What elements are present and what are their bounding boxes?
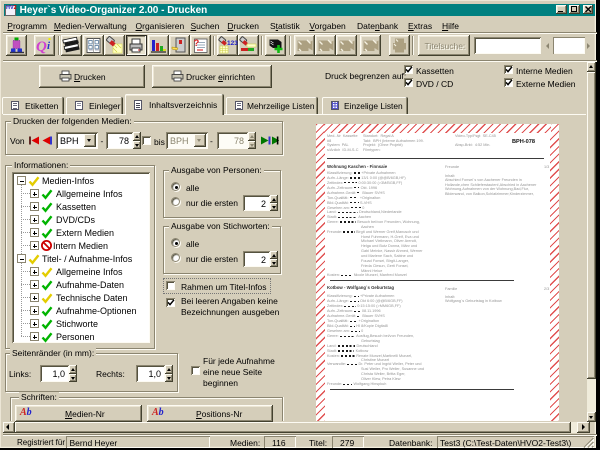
svg-text:?: ?: [194, 38, 200, 49]
svg-text:123: 123: [227, 40, 238, 47]
svg-text:Q: Q: [36, 39, 47, 55]
svg-text:i: i: [47, 40, 51, 52]
